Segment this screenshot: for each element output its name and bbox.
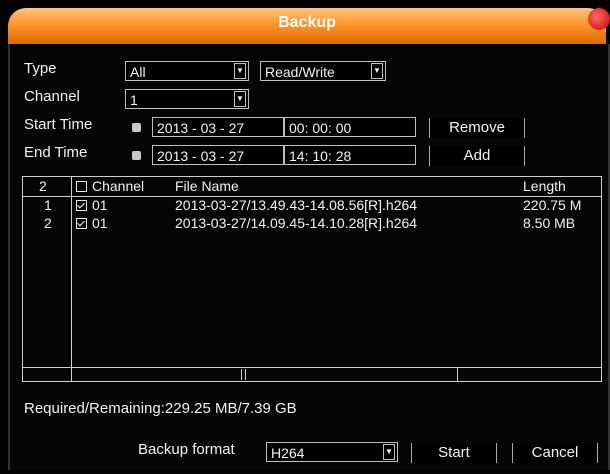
channel-label: Channel xyxy=(24,88,80,105)
calendar-icon[interactable] xyxy=(132,151,141,160)
start-time-label: Start Time xyxy=(24,116,93,133)
file-table: 2 Channel File Name Length 1 01 2013-03-… xyxy=(22,176,602,382)
chevron-down-icon[interactable]: ▼ xyxy=(371,63,383,79)
dialog-title: Backup xyxy=(278,14,336,31)
add-button[interactable]: Add xyxy=(429,146,525,166)
table-row[interactable]: 2 01 2013-03-27/14.09.45-14.10.28[R].h26… xyxy=(23,215,601,233)
mode-select[interactable]: Read/Write ▼ xyxy=(260,61,386,81)
cancel-button[interactable]: Cancel xyxy=(512,443,598,463)
channel-select-value: 1 xyxy=(130,92,138,108)
row-file-name: 2013-03-27/13.49.43-14.08.56[R].h264 xyxy=(175,197,418,213)
backup-format-value: H264 xyxy=(271,445,305,461)
horizontal-scrollbar[interactable] xyxy=(23,367,601,381)
chevron-down-icon[interactable]: ▼ xyxy=(234,63,246,79)
row-length: 8.50 MB xyxy=(523,215,576,231)
backup-format-select[interactable]: H264 ▼ xyxy=(266,442,398,462)
type-label: Type xyxy=(24,60,57,77)
row-checkbox[interactable] xyxy=(76,218,87,229)
row-file-name: 2013-03-27/14.09.45-14.10.28[R].h264 xyxy=(175,215,418,231)
close-icon[interactable] xyxy=(588,8,610,30)
scrollbar-divider xyxy=(457,368,458,381)
length-header: Length xyxy=(523,178,566,194)
row-index: 1 xyxy=(44,197,52,213)
title-bar: Backup xyxy=(8,8,610,44)
select-all-checkbox[interactable] xyxy=(76,181,87,192)
end-time-label: End Time xyxy=(24,144,88,161)
row-channel: 01 xyxy=(92,215,108,231)
type-select-value: All xyxy=(130,64,146,80)
row-count: 2 xyxy=(39,178,47,194)
chevron-down-icon[interactable]: ▼ xyxy=(234,91,246,107)
row-checkbox[interactable] xyxy=(76,200,87,211)
row-length: 220.75 M xyxy=(523,197,582,213)
file-name-header: File Name xyxy=(175,178,239,194)
start-button[interactable]: Start xyxy=(411,443,497,463)
end-time-field[interactable]: 14: 10: 28 xyxy=(284,145,416,165)
calendar-icon[interactable] xyxy=(132,123,141,132)
channel-header: Channel xyxy=(92,178,145,194)
required-remaining-text: Required/Remaining:229.25 MB/7.39 GB xyxy=(24,400,297,417)
backup-dialog: Backup Type All ▼ Read/Write ▼ Channel 1… xyxy=(0,0,610,474)
mode-select-value: Read/Write xyxy=(265,64,335,80)
start-time-field[interactable]: 00: 00: 00 xyxy=(284,117,416,137)
type-select[interactable]: All ▼ xyxy=(125,61,249,81)
start-date-field[interactable]: 2013 - 03 - 27 xyxy=(152,117,284,137)
backup-format-label: Backup format xyxy=(138,441,235,458)
chevron-down-icon[interactable]: ▼ xyxy=(383,444,395,460)
end-date-field[interactable]: 2013 - 03 - 27 xyxy=(152,145,284,165)
remove-button[interactable]: Remove xyxy=(429,118,525,138)
row-index: 2 xyxy=(44,215,52,231)
channel-select[interactable]: 1 ▼ xyxy=(125,89,249,109)
scrollbar-thumb[interactable] xyxy=(241,369,246,380)
table-header: 2 Channel File Name Length xyxy=(23,177,601,197)
table-row[interactable]: 1 01 2013-03-27/13.49.43-14.08.56[R].h26… xyxy=(23,197,601,215)
row-channel: 01 xyxy=(92,197,108,213)
